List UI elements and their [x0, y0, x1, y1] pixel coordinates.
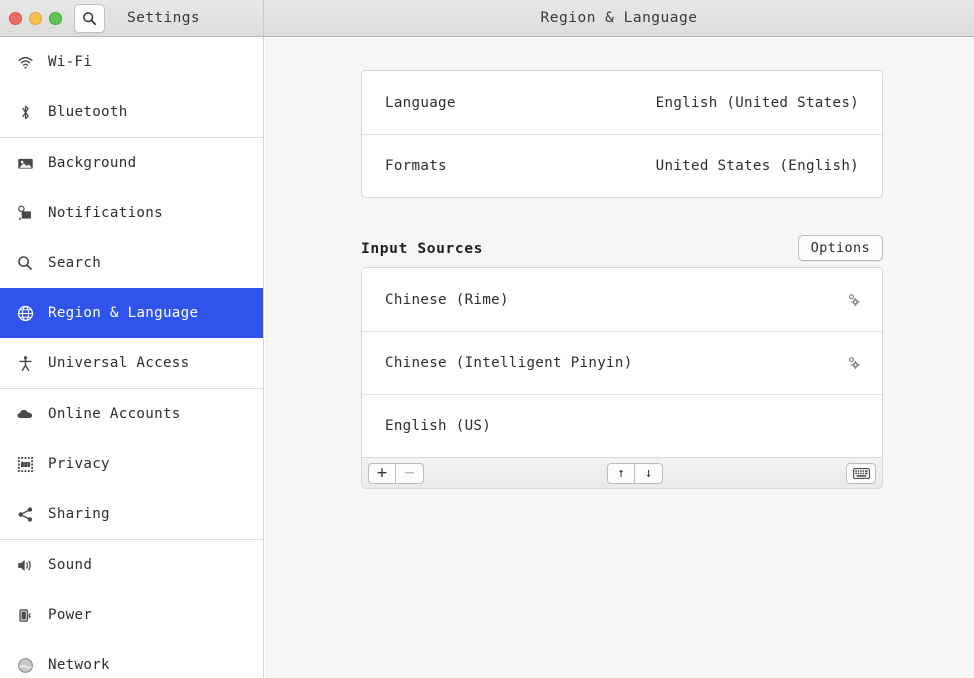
cog-icon[interactable] — [844, 353, 864, 373]
bluetooth-icon — [14, 101, 36, 123]
sidebar-item-label: Notifications — [48, 205, 163, 221]
input-source-label: Chinese (Rime) — [385, 291, 509, 308]
sidebar-item-label: Sharing — [48, 506, 110, 522]
move-up-button[interactable]: ↑ — [607, 462, 635, 484]
sidebar-item-label: Region & Language — [48, 305, 199, 321]
sidebar-item-bluetooth[interactable]: Bluetooth — [0, 87, 263, 137]
keyboard-icon — [852, 467, 870, 479]
wifi-icon — [14, 51, 36, 73]
formats-value: United States (English) — [655, 158, 859, 174]
arrow-up-icon: ↑ — [617, 465, 625, 481]
input-sources-toolbar: + − ↑ ↓ — [362, 457, 882, 488]
add-remove-group: + − — [368, 462, 424, 484]
keyboard-layout-group — [846, 462, 876, 484]
search-icon — [14, 252, 36, 274]
sidebar-item-privacy[interactable]: Privacy — [0, 439, 263, 489]
titlebar-right-section: Region & Language — [264, 0, 974, 36]
show-keyboard-layout-button[interactable] — [846, 462, 876, 484]
input-source-row[interactable]: English (US) — [362, 394, 882, 457]
battery-icon — [14, 604, 36, 626]
sidebar-item-universal-access[interactable]: Universal Access — [0, 338, 263, 388]
formats-label: Formats — [385, 158, 447, 174]
sidebar-item-search[interactable]: Search — [0, 238, 263, 288]
minimize-button[interactable] — [29, 11, 42, 25]
sidebar-item-wifi[interactable]: Wi-Fi — [0, 37, 263, 87]
arrow-down-icon: ↓ — [644, 465, 653, 481]
language-row[interactable]: Language English (United States) — [362, 71, 882, 134]
cog-icon[interactable] — [844, 290, 864, 310]
sidebar-item-label: Background — [48, 155, 137, 171]
move-down-button[interactable]: ↓ — [635, 462, 663, 484]
titlebar-left-section: Settings — [0, 0, 264, 36]
sidebar-item-label: Privacy — [48, 456, 110, 472]
cloud-icon — [14, 403, 36, 425]
sidebar-item-region-and-language[interactable]: Region & Language — [0, 288, 263, 338]
notifications-icon — [14, 202, 36, 224]
globe-icon — [14, 302, 36, 324]
input-source-label: Chinese (Intelligent Pinyin) — [385, 355, 633, 371]
input-source-label: English (US) — [385, 418, 492, 434]
accessibility-icon — [14, 352, 36, 374]
search-icon — [83, 11, 96, 25]
input-source-row[interactable]: Chinese (Intelligent Pinyin) — [362, 331, 882, 394]
search-button[interactable] — [74, 3, 105, 33]
sidebar-item-label: Online Accounts — [48, 406, 181, 422]
sidebar-item-label: Network — [48, 657, 110, 673]
formats-row[interactable]: Formats United States (English) — [362, 134, 882, 197]
input-sources-card: Chinese (Rime) Chinese (Intelligent Piny… — [361, 267, 883, 489]
window-titlebar: Settings Region & Language — [0, 0, 974, 37]
image-icon — [14, 152, 36, 174]
fingerprint-icon — [14, 453, 36, 475]
remove-input-source-button[interactable]: − — [396, 462, 424, 484]
share-icon — [14, 503, 36, 525]
sidebar-item-label: Power — [48, 607, 93, 623]
sidebar-item-power[interactable]: Power — [0, 590, 263, 640]
minus-icon: − — [404, 462, 415, 483]
move-group: ↑ ↓ — [607, 462, 663, 484]
sidebar-item-label: Sound — [48, 557, 93, 573]
options-button-label: Options — [810, 240, 870, 256]
sidebar-item-notifications[interactable]: Notifications — [0, 188, 263, 238]
sidebar-item-label: Universal Access — [48, 355, 190, 371]
network-icon — [14, 654, 36, 676]
sidebar-item-network[interactable]: Network — [0, 640, 263, 678]
content-panel: Language English (United States) Formats… — [265, 37, 974, 678]
language-card: Language English (United States) Formats… — [361, 70, 883, 198]
add-input-source-button[interactable]: + — [368, 462, 396, 484]
maximize-button[interactable] — [49, 11, 62, 25]
sidebar-item-background[interactable]: Background — [0, 138, 263, 188]
plus-icon: + — [376, 462, 388, 483]
sidebar-item-sound[interactable]: Sound — [0, 540, 263, 590]
window-controls — [9, 11, 62, 25]
sidebar-item-label: Wi-Fi — [48, 54, 93, 70]
sidebar: Wi-Fi Bluetooth Background Notifications… — [0, 37, 264, 678]
options-button[interactable]: Options — [797, 235, 883, 261]
close-button[interactable] — [9, 11, 22, 25]
sidebar-item-label: Search — [48, 255, 102, 271]
language-label: Language — [385, 94, 456, 111]
page-title: Region & Language — [540, 10, 698, 26]
input-sources-header: Input Sources Options — [361, 233, 883, 263]
language-value: English (United States) — [655, 94, 859, 111]
sidebar-item-sharing[interactable]: Sharing — [0, 489, 263, 539]
sidebar-item-label: Bluetooth — [48, 104, 128, 120]
input-source-row[interactable]: Chinese (Rime) — [362, 268, 882, 331]
speaker-icon — [14, 554, 36, 576]
app-title: Settings — [127, 10, 201, 26]
input-sources-title: Input Sources — [361, 239, 484, 257]
sidebar-item-online-accounts[interactable]: Online Accounts — [0, 389, 263, 439]
